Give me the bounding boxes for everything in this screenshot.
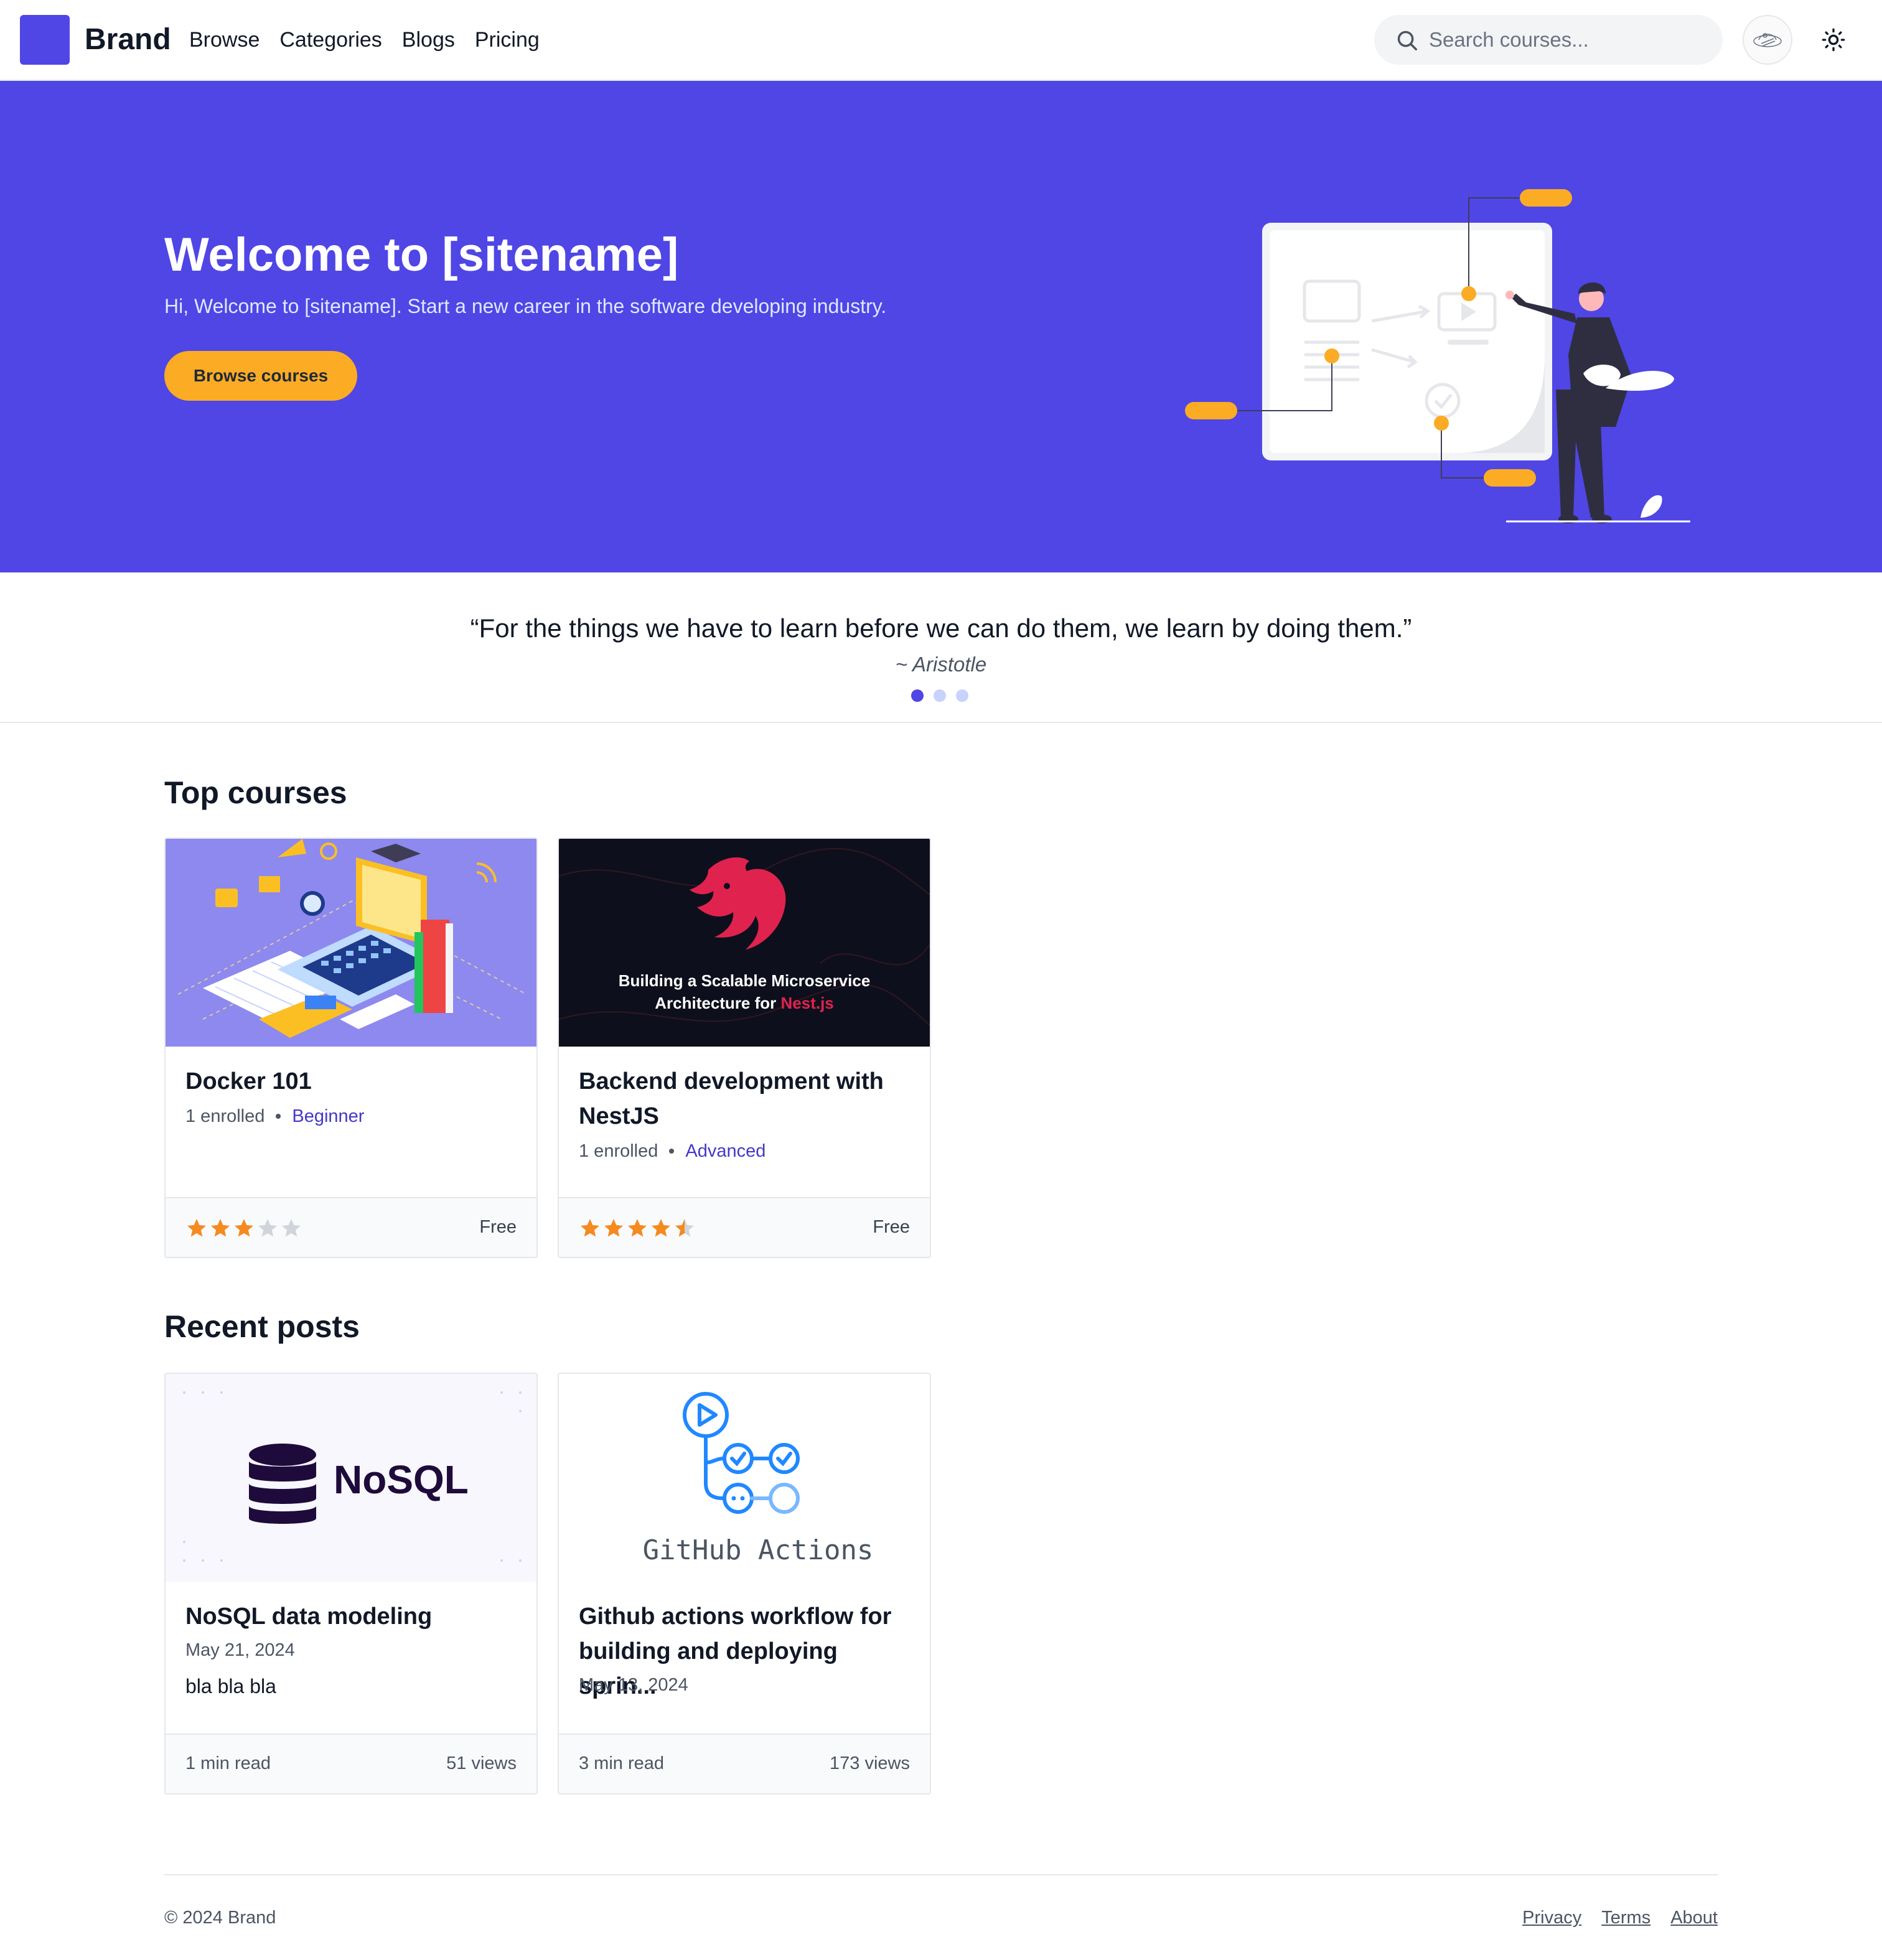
post-card-nosql[interactable]: NoSQL NoSQL data modeling May 21, 2024 b… (164, 1373, 538, 1794)
avatar[interactable] (1743, 15, 1792, 65)
nav-link-blogs[interactable]: Blogs (402, 24, 455, 56)
navbar: Brand Browse Categories Blogs Pricing (0, 0, 1882, 81)
course-thumbnail: Building a Scalable Microservice Archite… (559, 839, 930, 1047)
course-title[interactable]: Docker 101 (185, 1064, 522, 1099)
brand-logo[interactable] (20, 15, 70, 65)
star-icon (675, 1219, 694, 1237)
course-price: Free (479, 1217, 517, 1237)
course-footer: Free (559, 1197, 930, 1257)
quote-carousel: “For the things we have to learn before … (0, 572, 1882, 723)
quote-author: ~ Aristotle (895, 653, 987, 676)
post-footer: 1 min read 51 views (166, 1734, 536, 1793)
nav-links: Browse Categories Blogs Pricing (189, 24, 540, 56)
post-title[interactable]: NoSQL data modeling (185, 1599, 522, 1634)
read-time: 1 min read (185, 1753, 271, 1773)
post-excerpt: bla bla bla (185, 1675, 276, 1697)
post-card-github-actions[interactable]: GitHub Actions Github actions workflow f… (558, 1373, 931, 1794)
star-icon (187, 1219, 206, 1237)
nestjs-logo-icon (559, 847, 930, 1026)
course-thumbnail (166, 839, 536, 1047)
search-icon (1397, 30, 1417, 50)
star-icon (604, 1219, 623, 1237)
course-meta: 1 enrolled Advanced (579, 1139, 765, 1164)
course-price: Free (873, 1217, 910, 1237)
carousel-dot-1[interactable] (911, 689, 924, 702)
post-date: May 13, 2024 (579, 1675, 688, 1695)
post-date: May 21, 2024 (185, 1640, 295, 1660)
brand-name[interactable]: Brand (85, 21, 171, 58)
recent-posts-heading: Recent posts (164, 1309, 360, 1344)
post-thumbnail: GitHub Actions (559, 1374, 930, 1582)
nav-link-pricing[interactable]: Pricing (475, 24, 540, 56)
sun-icon (1822, 28, 1845, 52)
course-level[interactable]: Beginner (292, 1104, 364, 1129)
top-courses-heading: Top courses (164, 775, 347, 810)
course-card-nestjs[interactable]: Building a Scalable Microservice Archite… (558, 838, 931, 1258)
footer-link-about[interactable]: About (1670, 1905, 1718, 1930)
post-thumbnail: NoSQL (166, 1374, 536, 1582)
star-icon (581, 1219, 599, 1237)
course-title[interactable]: Backend development with NestJS (579, 1064, 915, 1134)
hero-title: Welcome to [sitename] (164, 228, 679, 281)
footer-links: Privacy Terms About (1522, 1905, 1718, 1930)
quote-text: “For the things we have to learn before … (470, 614, 1412, 643)
thumbnail-label: NoSQL (334, 1457, 469, 1502)
view-count: 173 views (830, 1753, 910, 1773)
theme-toggle-button[interactable] (1815, 21, 1852, 58)
carousel-dots (911, 689, 968, 702)
read-time: 3 min read (579, 1753, 665, 1773)
search-box[interactable] (1374, 15, 1723, 65)
star-rating (185, 1217, 302, 1239)
star-icon (282, 1219, 301, 1237)
course-level[interactable]: Advanced (685, 1139, 765, 1164)
course-footer: Free (166, 1197, 536, 1257)
thumbnail-caption-line-2: Architecture for Nest.js (559, 992, 930, 1014)
footer-link-terms[interactable]: Terms (1601, 1905, 1650, 1930)
star-icon (258, 1219, 277, 1237)
thumbnail-caption-line-2b: Nest.js (780, 994, 834, 1012)
separator-dot (276, 1114, 281, 1119)
carousel-dot-2[interactable] (934, 689, 946, 702)
thumbnail-caption: Building a Scalable Microservice Archite… (559, 969, 930, 1014)
separator-dot (669, 1149, 675, 1154)
education-illustration-icon (177, 839, 527, 1038)
hero-illustration (1185, 189, 1690, 523)
hero-subtitle: Hi, Welcome to [sitename]. Start a new c… (164, 295, 887, 317)
hero-section: Welcome to [sitename] Hi, Welcome to [si… (0, 81, 1882, 572)
avatar-image-icon (1753, 33, 1782, 47)
nav-link-browse[interactable]: Browse (189, 24, 260, 56)
thumbnail-caption-line-2a: Architecture for (655, 994, 781, 1012)
footer-link-privacy[interactable]: Privacy (1522, 1905, 1581, 1930)
copyright-text: © 2024 Brand (164, 1908, 276, 1928)
thumbnail-label: GitHub Actions (642, 1534, 874, 1566)
browse-courses-button[interactable]: Browse courses (164, 351, 357, 401)
star-rating (579, 1217, 696, 1239)
enrolled-count: 1 enrolled (185, 1106, 265, 1126)
view-count: 51 views (446, 1753, 517, 1773)
star-icon (652, 1219, 670, 1237)
post-footer: 3 min read 173 views (559, 1734, 930, 1793)
nav-link-categories[interactable]: Categories (279, 24, 382, 56)
star-icon (211, 1219, 230, 1237)
search-input[interactable] (1429, 15, 1703, 65)
carousel-dot-3[interactable] (956, 689, 968, 702)
course-card-docker[interactable]: Docker 101 1 enrolled Beginner Free (164, 838, 538, 1258)
star-icon (235, 1219, 253, 1237)
star-icon (628, 1219, 647, 1237)
footer-divider (164, 1874, 1718, 1875)
course-meta: 1 enrolled Beginner (185, 1104, 364, 1129)
enrolled-count: 1 enrolled (579, 1141, 658, 1161)
thumbnail-caption-line-1: Building a Scalable Microservice (618, 971, 871, 990)
